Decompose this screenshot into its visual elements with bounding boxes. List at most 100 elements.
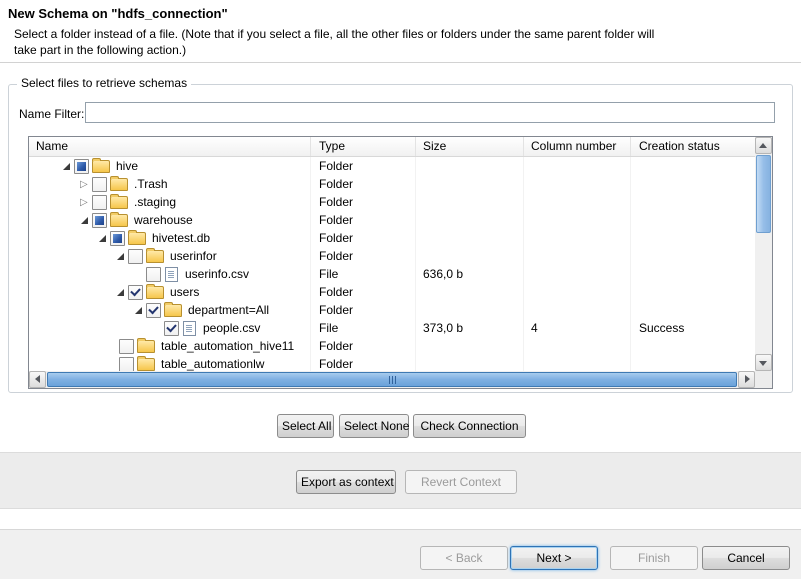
row-creation-status (631, 211, 755, 229)
row-type: Folder (311, 283, 416, 301)
row-size (416, 193, 524, 211)
row-column-number (524, 301, 631, 319)
vertical-scrollbar[interactable] (755, 137, 772, 371)
table-row[interactable]: .staging Folder (29, 193, 755, 211)
row-type: Folder (311, 301, 416, 319)
row-size (416, 229, 524, 247)
table-row[interactable]: table_automationlw Folder (29, 355, 755, 371)
row-name: .staging (134, 193, 176, 211)
row-checkbox[interactable] (128, 285, 143, 300)
folder-icon (92, 160, 110, 173)
row-creation-status (631, 301, 755, 319)
row-size (416, 175, 524, 193)
scroll-up-button[interactable] (755, 137, 772, 154)
select-all-button[interactable]: Select All (277, 414, 334, 438)
table-row[interactable]: hivetest.db Folder (29, 229, 755, 247)
row-name: table_automation_hive11 (161, 337, 294, 355)
column-header-column-number[interactable]: Column number (524, 137, 631, 156)
select-none-button[interactable]: Select None (339, 414, 409, 438)
scroll-down-button[interactable] (755, 354, 772, 371)
horizontal-scrollbar-thumb[interactable] (47, 372, 737, 387)
folder-icon (137, 358, 155, 371)
revert-context-button: Revert Context (405, 470, 517, 494)
row-size: 373,0 b (416, 319, 524, 337)
description-line1: Select a folder instead of a file. (Note… (14, 27, 654, 41)
row-size (416, 247, 524, 265)
row-size (416, 301, 524, 319)
table-row[interactable]: .Trash Folder (29, 175, 755, 193)
table-body: hive Folder .Trash Folder (29, 157, 755, 371)
row-creation-status (631, 193, 755, 211)
expand-arrow-icon[interactable] (79, 178, 92, 191)
collapse-arrow-icon[interactable] (79, 214, 92, 227)
folder-icon (128, 232, 146, 245)
check-connection-button[interactable]: Check Connection (413, 414, 526, 438)
row-column-number (524, 229, 631, 247)
row-creation-status (631, 229, 755, 247)
file-icon (165, 267, 178, 282)
row-type: Folder (311, 175, 416, 193)
scroll-right-button[interactable] (738, 371, 755, 388)
row-creation-status (631, 337, 755, 355)
table-row[interactable]: users Folder (29, 283, 755, 301)
collapse-arrow-icon[interactable] (115, 286, 128, 299)
next-button[interactable]: Next > (510, 546, 598, 570)
column-header-creation-status[interactable]: Creation status (631, 137, 755, 156)
scrollbar-corner (755, 371, 772, 388)
table-row[interactable]: hive Folder (29, 157, 755, 175)
row-size (416, 337, 524, 355)
description-line2: take part in the following action.) (14, 43, 186, 57)
row-type: File (311, 319, 416, 337)
column-header-size[interactable]: Size (416, 137, 524, 156)
row-checkbox[interactable] (92, 213, 107, 228)
collapse-arrow-icon[interactable] (61, 160, 74, 173)
row-size (416, 355, 524, 371)
collapse-arrow-icon[interactable] (115, 250, 128, 263)
row-creation-status (631, 157, 755, 175)
column-header-type[interactable]: Type (311, 137, 416, 156)
row-checkbox[interactable] (146, 267, 161, 282)
row-checkbox[interactable] (110, 231, 125, 246)
column-header-name[interactable]: Name (29, 137, 311, 156)
table-row[interactable]: userinfo.csv File 636,0 b (29, 265, 755, 283)
row-column-number (524, 211, 631, 229)
name-filter-label: Name Filter: (19, 107, 84, 121)
cancel-button[interactable]: Cancel (702, 546, 790, 570)
table-row[interactable]: department=All Folder (29, 301, 755, 319)
back-button: < Back (420, 546, 508, 570)
row-checkbox[interactable] (119, 339, 134, 354)
row-checkbox[interactable] (164, 321, 179, 336)
collapse-arrow-icon[interactable] (133, 304, 146, 317)
folder-icon (110, 214, 128, 227)
row-checkbox[interactable] (74, 159, 89, 174)
table-row[interactable]: table_automation_hive11 Folder (29, 337, 755, 355)
row-checkbox[interactable] (119, 357, 134, 372)
row-column-number (524, 265, 631, 283)
file-icon (183, 321, 196, 336)
row-creation-status (631, 247, 755, 265)
row-checkbox[interactable] (92, 195, 107, 210)
row-creation-status (631, 283, 755, 301)
vertical-scrollbar-thumb[interactable] (756, 155, 771, 233)
row-type: Folder (311, 229, 416, 247)
table-row[interactable]: people.csv File 373,0 b 4 Success (29, 319, 755, 337)
row-checkbox[interactable] (92, 177, 107, 192)
folder-icon (110, 196, 128, 209)
collapse-arrow-icon[interactable] (97, 232, 110, 245)
row-name: userinfo.csv (185, 265, 249, 283)
scroll-left-button[interactable] (29, 371, 46, 388)
row-name: warehouse (134, 211, 193, 229)
context-panel (0, 452, 801, 509)
schema-tree-table: Name Type Size Column number Creation st… (28, 136, 773, 389)
expand-arrow-icon[interactable] (79, 196, 92, 209)
page-title: New Schema on "hdfs_connection" (8, 6, 228, 21)
export-as-context-button[interactable]: Export as context (296, 470, 396, 494)
row-column-number (524, 157, 631, 175)
table-row[interactable]: warehouse Folder (29, 211, 755, 229)
name-filter-input[interactable] (85, 102, 775, 123)
row-checkbox[interactable] (128, 249, 143, 264)
horizontal-scrollbar[interactable] (29, 371, 755, 388)
table-row[interactable]: userinfor Folder (29, 247, 755, 265)
row-checkbox[interactable] (146, 303, 161, 318)
row-type: Folder (311, 337, 416, 355)
